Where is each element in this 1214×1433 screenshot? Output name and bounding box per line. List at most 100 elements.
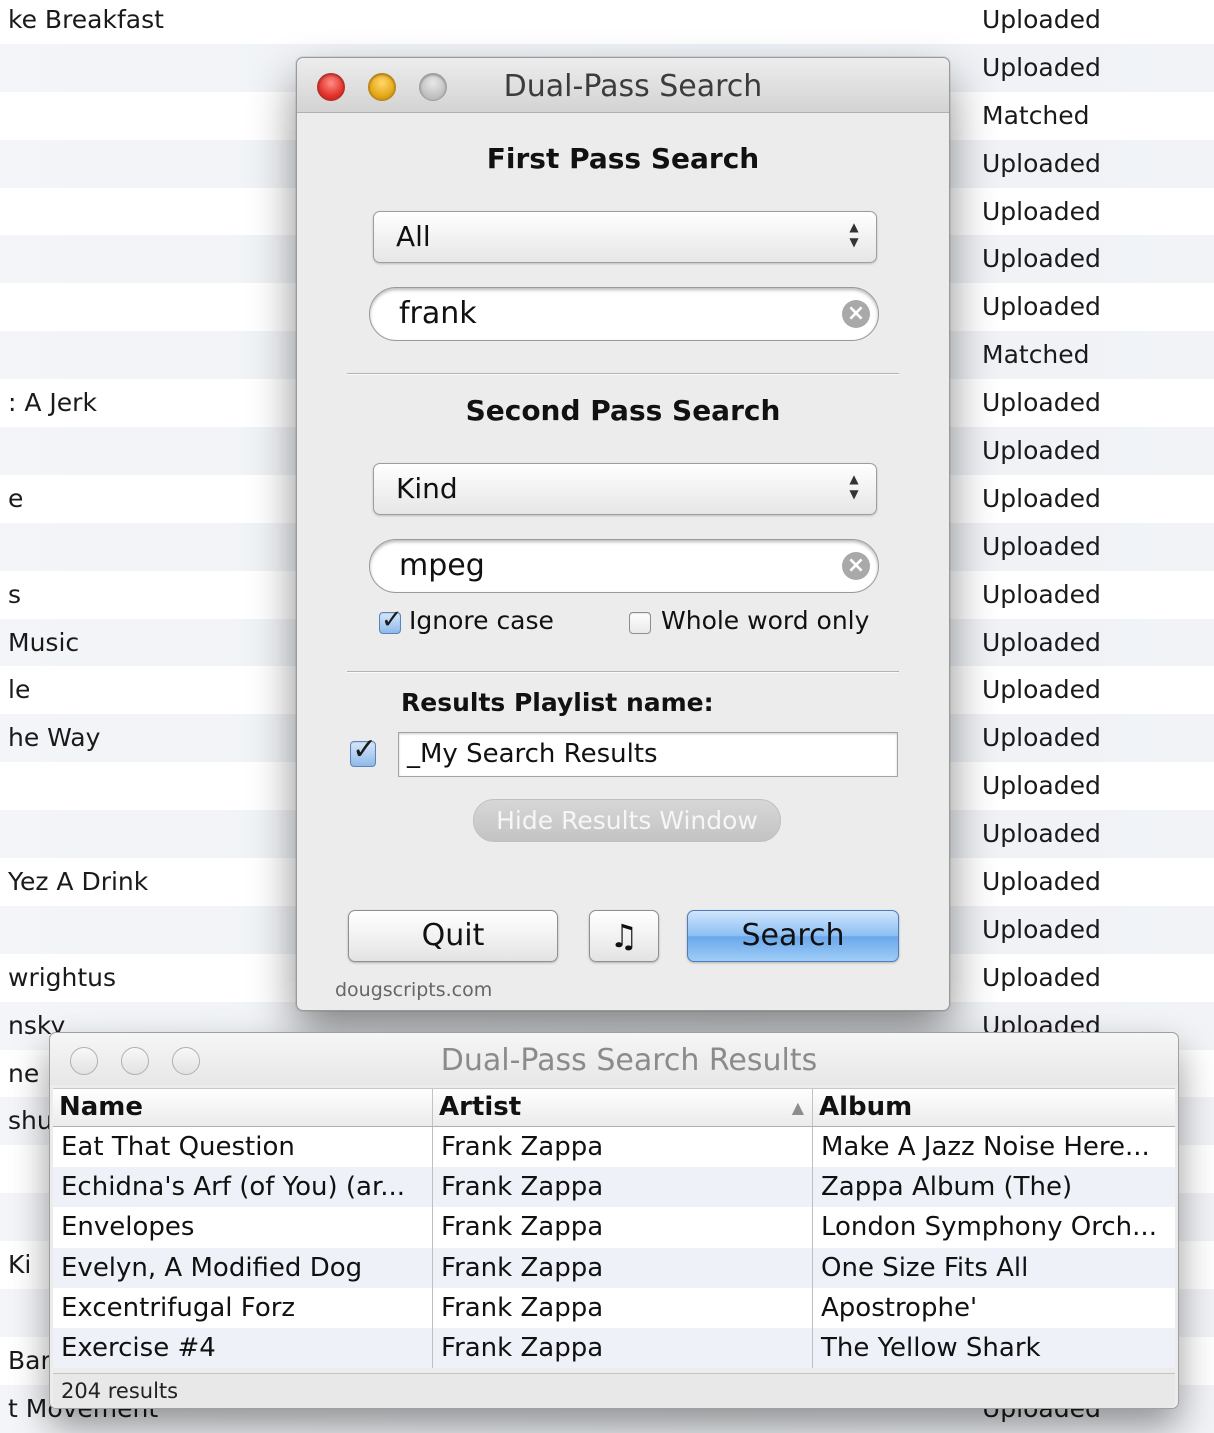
results-playlist-name-input[interactable]: _My Search Results — [398, 732, 898, 777]
list-item-status: Uploaded — [982, 723, 1101, 753]
clear-search-icon[interactable]: × — [842, 552, 870, 580]
separator — [347, 671, 899, 673]
column-header-name[interactable]: Name — [53, 1089, 432, 1126]
list-item-status: Uploaded — [982, 867, 1101, 897]
list-item-status: Uploaded — [982, 436, 1101, 466]
checkmark-icon: ✓ — [352, 732, 378, 767]
cell-album: Zappa Album (The) — [812, 1167, 1175, 1208]
cell-album: Apostrophe' — [812, 1287, 1175, 1328]
updown-arrows-icon: ▲ ▼ — [849, 472, 859, 501]
list-item-title: e — [8, 483, 24, 513]
results-playlist-name-value: _My Search Results — [407, 739, 658, 769]
first-pass-search-value: frank — [399, 296, 477, 331]
cell-name: Evelyn, A Modified Dog — [61, 1252, 363, 1283]
hide-results-window-button[interactable]: Hide Results Window — [473, 799, 781, 842]
second-pass-field-select[interactable]: Kind ▲ ▼ — [373, 463, 877, 515]
list-item-status: Uploaded — [982, 196, 1101, 226]
first-pass-heading: First Pass Search — [486, 142, 760, 175]
first-pass-search-input[interactable]: frank × — [369, 287, 879, 341]
table-row[interactable]: Echidna's Arf (of You) (ar... Frank Zappa… — [53, 1167, 1175, 1208]
list-item-title: ke Breakfast — [8, 5, 164, 34]
list-item-status: Uploaded — [982, 292, 1101, 322]
second-pass-heading: Second Pass Search — [465, 394, 781, 427]
table-row[interactable]: Evelyn, A Modified Dog Frank Zappa One Siz… — [53, 1247, 1175, 1288]
window-title: Dual-Pass Search — [503, 69, 763, 104]
table-row[interactable]: Exercise #4 Frank Zappa The Yellow Shark — [53, 1327, 1175, 1369]
table-body: Eat That Question Frank Zappa Make A Jazz … — [53, 1127, 1175, 1369]
cell-album: One Size Fits All — [812, 1247, 1175, 1288]
sort-ascending-icon: ▲ — [791, 1098, 804, 1117]
first-pass-field-select[interactable]: All ▲ ▼ — [373, 211, 877, 263]
cell-artist: Frank Zappa — [432, 1247, 812, 1288]
results-status-bar: 204 results — [53, 1373, 1175, 1408]
list-item-title: le — [8, 675, 31, 705]
list-item-status: Uploaded — [982, 819, 1101, 849]
list-item-title: wrightus — [8, 962, 117, 992]
cell-name: Envelopes — [61, 1212, 195, 1243]
cell-name: Exercise #4 — [61, 1332, 216, 1363]
first-pass-field-value: All — [396, 220, 431, 253]
list-item-status: Uploaded — [982, 914, 1101, 944]
list-item-status: Uploaded — [982, 627, 1101, 657]
results-title-bar[interactable]: Dual-Pass Search Results — [50, 1033, 1178, 1085]
whole-word-label: Whole word only — [661, 606, 870, 635]
list-item-status: Uploaded — [982, 483, 1101, 513]
column-header-artist[interactable]: Artist ▲ — [432, 1089, 812, 1126]
results-playlist-label: Results Playlist name: — [401, 688, 714, 717]
cell-name: Eat That Question — [61, 1132, 295, 1162]
table-header: Name Artist ▲ Album — [53, 1088, 1175, 1127]
second-pass-field-value: Kind — [396, 472, 458, 505]
second-pass-search-input[interactable]: mpeg × — [369, 539, 879, 593]
list-item-status: Uploaded — [982, 388, 1101, 418]
ignore-case-checkbox[interactable]: ✓ — [379, 605, 403, 635]
list-item-status: Uploaded — [982, 52, 1101, 82]
list-item-status: Uploaded — [982, 771, 1101, 801]
whole-word-checkbox[interactable] — [629, 612, 651, 634]
list-item-title: shu — [8, 1106, 53, 1136]
column-header-album[interactable]: Album — [812, 1089, 1175, 1126]
cell-album: The Yellow Shark — [812, 1327, 1175, 1369]
cell-artist: Frank Zappa — [432, 1127, 812, 1168]
cell-name: Excentrifugal Forz — [61, 1292, 296, 1323]
cell-artist: Frank Zappa — [432, 1327, 812, 1369]
list-item-status: Uploaded — [982, 244, 1101, 274]
updown-arrows-icon: ▲ ▼ — [849, 220, 859, 249]
dual-pass-search-window: Dual-Pass Search First Pass Search All ▲… — [296, 57, 950, 1011]
list-item-status: Uploaded — [982, 5, 1101, 34]
search-button[interactable]: Search — [687, 910, 899, 962]
cell-name: Echidna's Arf (of You) (ar... — [61, 1172, 406, 1203]
table-row[interactable]: Excentrifugal Forz Frank Zappa Apostrophe' — [53, 1287, 1175, 1328]
cell-artist: Frank Zappa — [432, 1207, 812, 1248]
separator — [347, 373, 899, 375]
cell-album: London Symphony Orch... — [812, 1207, 1175, 1248]
list-item-title: Music — [8, 627, 80, 657]
list-item-status: Matched — [982, 340, 1090, 370]
list-item-status: Uploaded — [982, 579, 1101, 609]
list-item-title: : A Jerk — [8, 388, 97, 418]
table-row[interactable]: Eat That Question Frank Zappa Make A Jazz … — [53, 1127, 1175, 1168]
list-item[interactable]: ke Breakfast Uploaded — [0, 0, 1214, 44]
cell-artist: Frank Zappa — [432, 1167, 812, 1208]
quit-button[interactable]: Quit — [348, 910, 558, 962]
music-button[interactable]: ♫ — [589, 910, 659, 962]
column-header-artist-label: Artist — [439, 1092, 522, 1122]
checkmark-icon: ✓ — [381, 605, 403, 635]
title-bar[interactable]: Dual-Pass Search — [297, 58, 949, 113]
list-item-title: Bar — [8, 1345, 51, 1375]
list-item-status: Uploaded — [982, 675, 1101, 705]
cell-artist: Frank Zappa — [432, 1287, 812, 1328]
list-item-title: Ki — [8, 1250, 32, 1280]
results-table: Name Artist ▲ Album Eat That Question Fra… — [53, 1088, 1175, 1369]
clear-search-icon[interactable]: × — [842, 300, 870, 328]
results-playlist-checkbox[interactable]: ✓ — [350, 732, 377, 767]
results-window-title: Dual-Pass Search Results — [440, 1043, 818, 1078]
list-item-status: Uploaded — [982, 148, 1101, 178]
cell-album: Make A Jazz Noise Here... — [812, 1127, 1175, 1168]
brand-label: dougscripts.com — [335, 979, 493, 1001]
table-row[interactable]: Envelopes Frank Zappa London Symphony Orch… — [53, 1207, 1175, 1248]
list-item-status: Matched — [982, 100, 1090, 130]
list-item-title: s — [8, 579, 22, 609]
ignore-case-label: Ignore case — [409, 606, 554, 635]
second-pass-search-value: mpeg — [399, 548, 485, 583]
results-count: 204 results — [61, 1379, 179, 1403]
